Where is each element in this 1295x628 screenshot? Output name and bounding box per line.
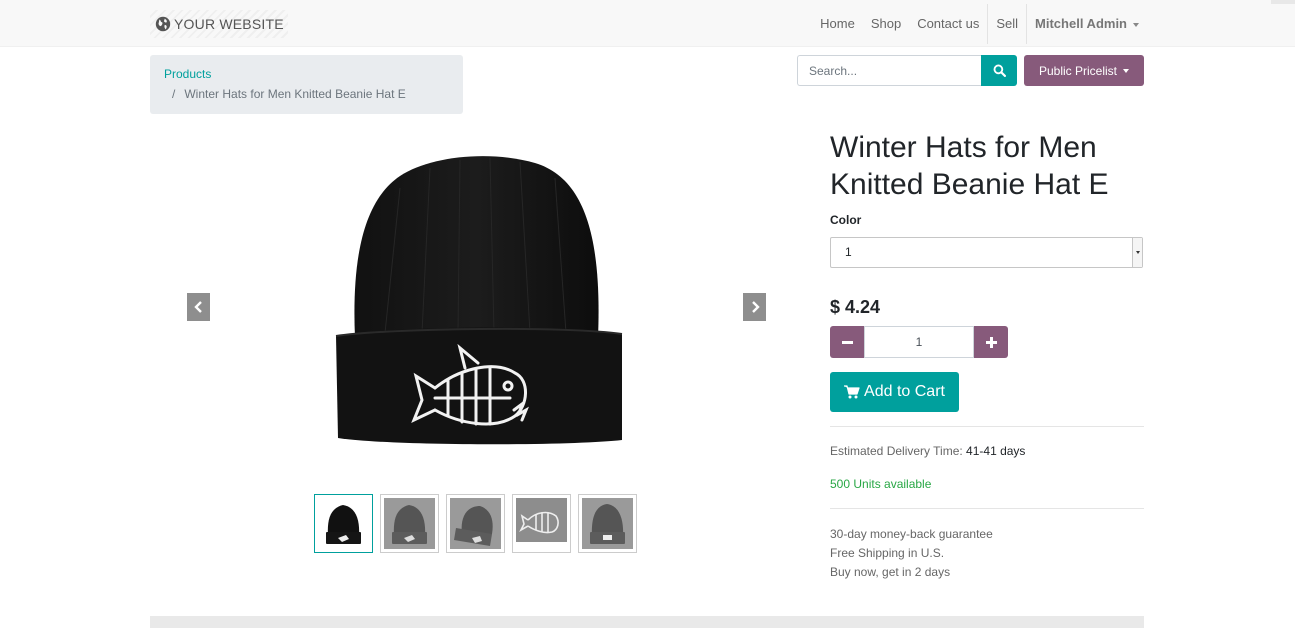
stock-availability: 500 Units available (830, 477, 932, 491)
terms-item: Buy now, get in 2 days (830, 565, 951, 579)
product-price: $ 4.24 (830, 297, 881, 317)
search-icon (993, 64, 1006, 77)
nav-contact-link[interactable]: Contact us (909, 0, 987, 47)
divider (830, 508, 1144, 509)
pricelist-label: Public Pricelist (1038, 63, 1118, 78)
carousel-prev-button[interactable] (187, 293, 210, 321)
quantity-input[interactable] (864, 326, 974, 358)
divider (830, 426, 1144, 427)
thumbnail-5[interactable] (578, 494, 637, 553)
select-arrow-icon (1132, 238, 1142, 267)
product-image-carousel (150, 130, 790, 500)
thumbnail-image (326, 505, 361, 544)
shopping-cart-icon (844, 385, 860, 399)
chevron-down-icon (1133, 22, 1139, 27)
product-search (797, 55, 1017, 86)
user-name: Mitchell Admin (1035, 16, 1127, 31)
breadcrumb-separator: / (172, 87, 176, 101)
breadcrumb-current-label: Winter Hats for Men Knitted Beanie Hat E (184, 87, 406, 101)
add-to-cart-button[interactable]: Add to Cart (830, 372, 959, 412)
quantity-decrease-button[interactable] (830, 326, 864, 358)
nav-shop-link[interactable]: Shop (863, 0, 909, 47)
sale-terms: 30-day money-back guarantee Free Shippin… (830, 525, 993, 582)
search-button[interactable] (981, 55, 1017, 86)
search-input[interactable] (797, 55, 982, 86)
chevron-left-icon (193, 301, 202, 313)
thumbnail-image (516, 498, 567, 542)
minus-icon (841, 340, 853, 344)
quantity-increase-button[interactable] (974, 326, 1008, 358)
delivery-time: Estimated Delivery Time: 41-41 days (830, 444, 1025, 458)
plus-icon (985, 336, 997, 348)
thumbnail-list (314, 494, 644, 553)
thumbnail-image (450, 498, 501, 549)
thumbnail-image (582, 498, 633, 549)
thumbnail-image (384, 498, 435, 549)
delivery-value: 41-41 days (966, 444, 1026, 458)
terms-item: Free Shipping in U.S. (830, 546, 945, 560)
quantity-stepper (830, 326, 1008, 358)
chevron-right-icon (751, 301, 760, 313)
thumbnail-3[interactable] (446, 494, 505, 553)
thumbnail-4[interactable] (512, 494, 571, 553)
nav-sell-link[interactable]: Sell (988, 0, 1026, 47)
color-label: Color (830, 213, 862, 227)
product-tabs-bar (150, 616, 1144, 628)
corner-decoration (1271, 0, 1295, 4)
terms-item: 30-day money-back guarantee (830, 527, 993, 541)
nav-home-link[interactable]: Home (812, 0, 863, 47)
color-select[interactable]: 1 (830, 237, 1143, 268)
chevron-down-icon (1123, 68, 1130, 73)
delivery-label: Estimated Delivery Time: (830, 444, 963, 458)
site-logo[interactable]: YOUR WEBSITE (150, 10, 288, 38)
breadcrumb-current: / Winter Hats for Men Knitted Beanie Hat … (164, 87, 449, 101)
breadcrumb: Products / Winter Hats for Men Knitted Be… (150, 55, 463, 114)
add-to-cart-label: Add to Cart (864, 383, 945, 400)
breadcrumb-products-link[interactable]: Products (164, 67, 449, 81)
brand-text: YOUR WEBSITE (174, 16, 284, 32)
product-main-image (335, 156, 623, 445)
user-menu[interactable]: Mitchell Admin (1027, 0, 1145, 47)
product-title: Winter Hats for Men Knitted Beanie Hat E (830, 131, 1109, 201)
color-select-value: 1 (845, 245, 852, 259)
main-menu: Home Shop Contact us Sell Mitchell Admin (812, 0, 1145, 47)
top-navbar: YOUR WEBSITE Home Shop Contact us Sell M… (0, 0, 1295, 47)
thumbnail-1[interactable] (314, 494, 373, 553)
carousel-next-button[interactable] (743, 293, 766, 321)
pricelist-dropdown[interactable]: Public Pricelist (1024, 55, 1144, 86)
globe-icon (155, 16, 171, 32)
thumbnail-2[interactable] (380, 494, 439, 553)
